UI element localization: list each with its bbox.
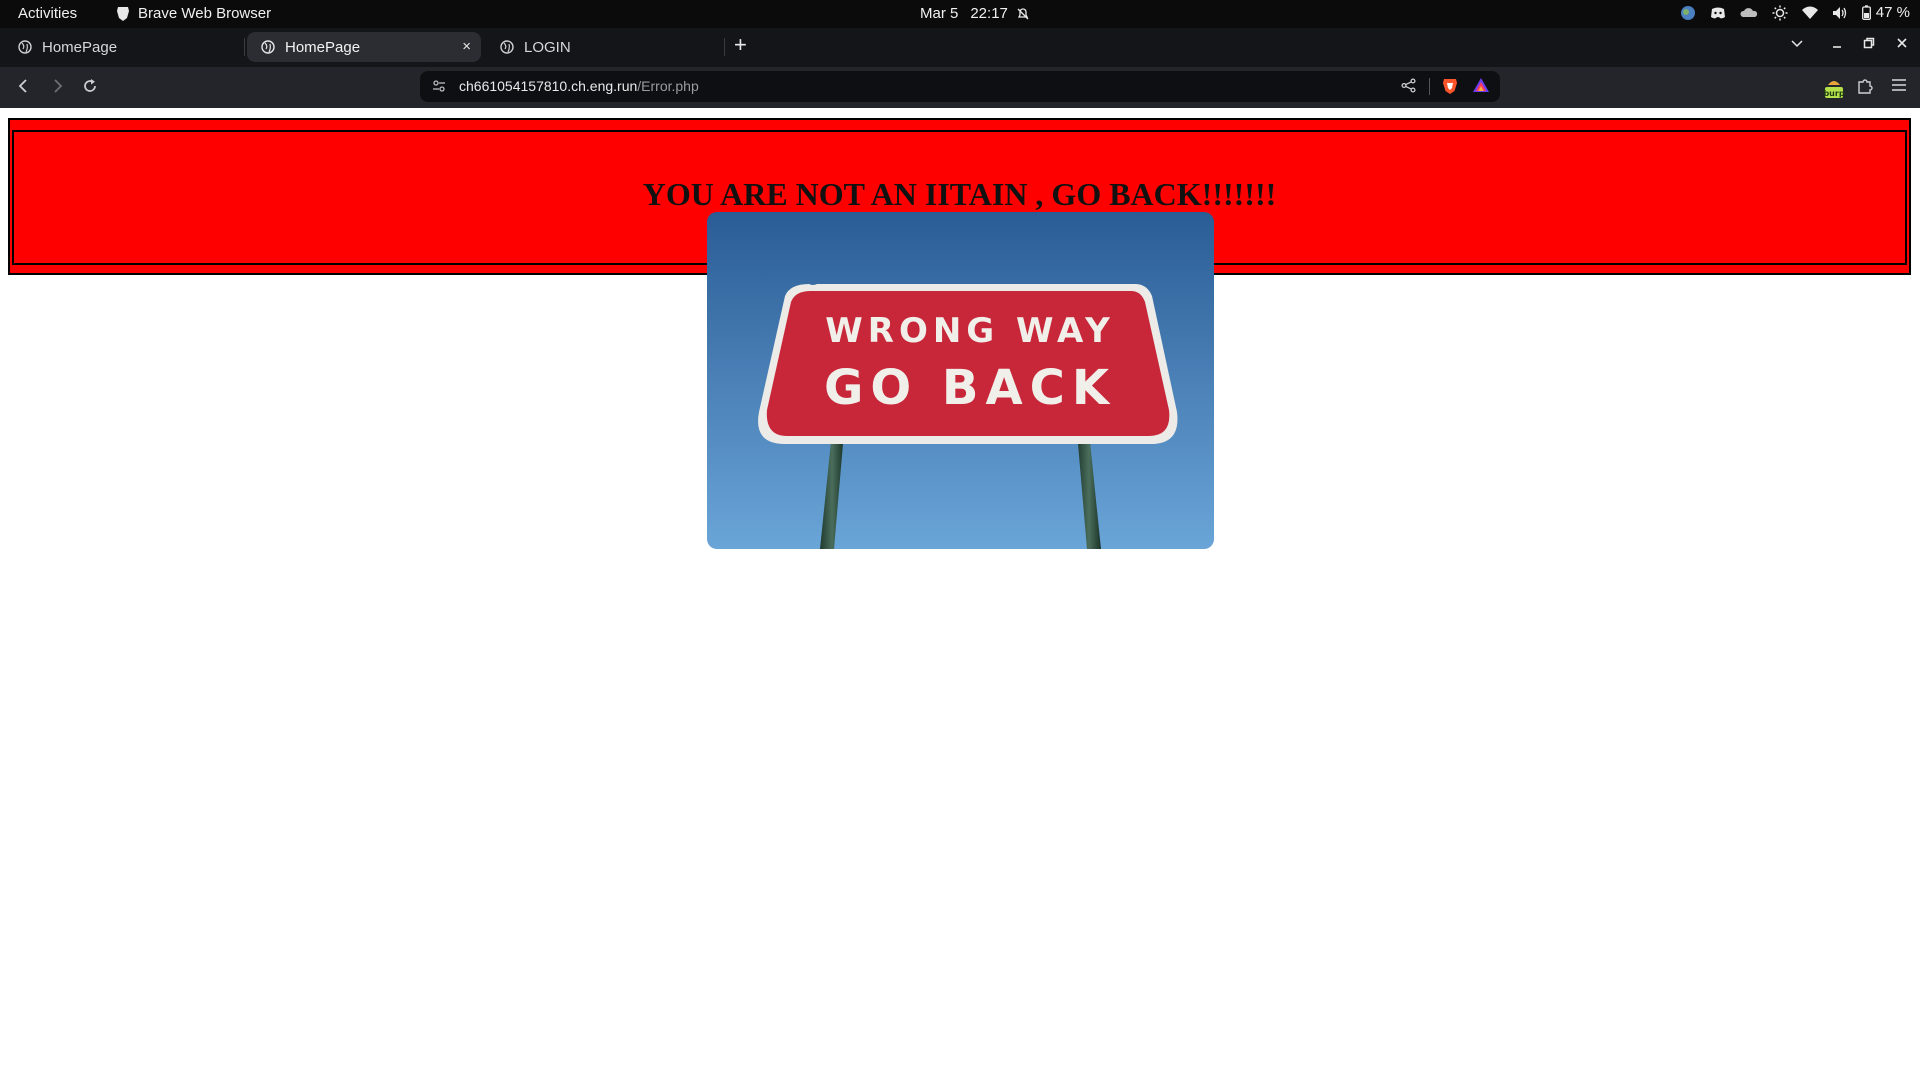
app-name: Brave Web Browser [138,5,272,22]
close-tab-icon[interactable]: × [462,38,471,55]
tab-label: HomePage [42,38,118,56]
share-icon[interactable] [1401,78,1416,93]
clock-date: Mar 5 [920,5,959,22]
brave-rewards-icon[interactable] [1472,77,1490,94]
brave-lion-icon [117,6,129,21]
globe-icon [18,40,32,54]
notifications-muted-icon [1017,7,1029,19]
sign-line-1: WRONG WAY [825,311,1114,351]
url-text[interactable]: ch661054157810.ch.eng.run/Error.php [459,78,699,94]
extensions-puzzle-icon[interactable] [1856,77,1874,95]
wifi-icon[interactable] [1801,6,1818,20]
clock[interactable]: Mar 5 22:17 [920,5,1030,22]
new-tab-button[interactable]: + [734,34,747,56]
app-menu[interactable]: Brave Web Browser [116,5,271,22]
error-heading: YOU ARE NOT AN IITAIN , GO BACK!!!!!!! [642,176,1277,212]
svg-text:burp: burp [1823,89,1844,98]
clock-time: 22:17 [970,5,1008,22]
tab-label: HomePage [285,38,361,56]
wrong-way-sign-image: WRONG WAY GO BACK [707,212,1214,549]
system-tray[interactable]: 47 % [1680,4,1910,21]
tab-search-chevron-icon[interactable] [1790,36,1804,50]
sign-line-2: GO BACK [824,360,1116,416]
system-top-bar: Activities Brave Web Browser Mar 5 22:17… [0,0,1920,28]
battery-icon [1861,5,1871,20]
tab-strip: HomePage HomePage × LOGIN [0,28,1920,67]
battery-indicator[interactable]: 47 % [1861,4,1910,21]
close-window-icon[interactable] [1895,36,1909,50]
site-settings-icon[interactable] [432,79,446,93]
brightness-icon[interactable] [1772,5,1788,21]
restore-icon[interactable] [1862,36,1876,50]
tab-separator [244,38,245,56]
minimize-icon[interactable] [1830,36,1844,50]
globe-app-icon[interactable] [1680,5,1696,21]
cloud-icon[interactable] [1740,7,1758,19]
battery-percent: 47 % [1875,4,1910,21]
tab-homepage-1[interactable]: HomePage [4,32,238,62]
brave-shields-icon[interactable] [1442,77,1458,95]
tab-login[interactable]: LOGIN [486,32,720,62]
url-host: ch661054157810.ch.eng.run [459,78,638,94]
menu-hamburger-icon[interactable] [1891,77,1907,93]
burp-extension-icon[interactable]: burp [1822,77,1846,99]
url-path: /Error.php [637,78,699,94]
wrong-way-sign-illustration: WRONG WAY GO BACK [707,212,1214,549]
forward-icon[interactable] [49,77,65,95]
globe-icon [500,40,514,54]
globe-icon [261,40,275,54]
reload-icon[interactable] [81,77,99,95]
tab-label: LOGIN [524,38,571,56]
page-content: YOU ARE NOT AN IITAIN , GO BACK!!!!!!! W… [0,108,1920,1080]
tab-separator [724,38,725,56]
activities-button[interactable]: Activities [18,5,77,22]
discord-icon[interactable] [1710,6,1726,20]
browser-toolbar: ch661054157810.ch.eng.run/Error.php burp [0,67,1920,108]
back-icon[interactable] [16,77,32,95]
address-bar[interactable]: ch661054157810.ch.eng.run/Error.php [420,71,1500,102]
volume-icon[interactable] [1832,6,1848,20]
tab-homepage-active[interactable]: HomePage × [247,32,481,62]
urlbar-divider [1429,78,1430,95]
